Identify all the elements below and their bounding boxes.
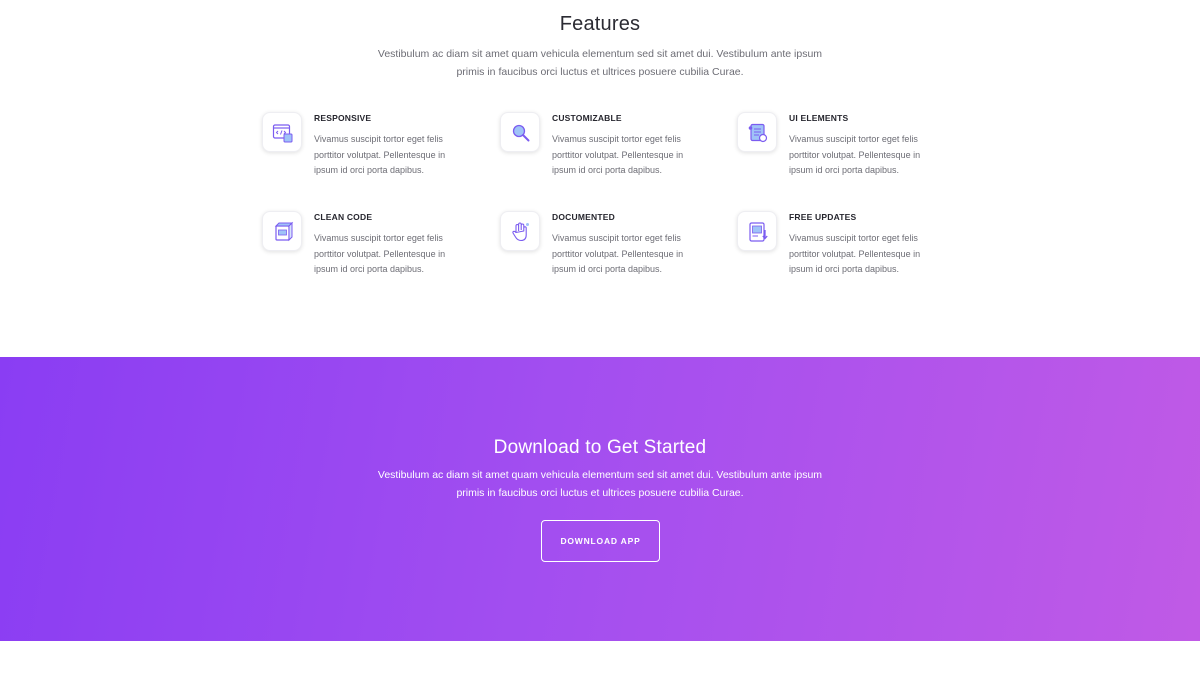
feature-title: DOCUMENTED [552,212,615,222]
feature-grid: RESPONSIVE Vivamus suscipit tortor eget … [262,112,952,292]
download-app-button[interactable]: DOWNLOAD APP [541,520,660,562]
page: Features Vestibulum ac diam sit amet qua… [0,0,1200,675]
feature-title: FREE UPDATES [789,212,857,222]
document-download-icon [749,222,768,242]
feature-title: RESPONSIVE [314,113,372,123]
feature-text: Vivamus suscipit tortor eget felis portt… [314,233,446,274]
feature-title: UI ELEMENTS [789,113,849,123]
features-section: Features Vestibulum ac diam sit amet qua… [0,0,1200,357]
feature-card-ui-elements: UI ELEMENTS Vivamus suscipit tortor eget… [737,112,937,192]
feature-icon-box [737,112,777,152]
features-subtitle: Vestibulum ac diam sit amet quam vehicul… [377,48,823,78]
feature-text: Vivamus suscipit tortor eget felis portt… [552,134,684,175]
feature-title: CUSTOMIZABLE [552,113,622,123]
download-cta-section: Download to Get Started Vestibulum ac di… [0,357,1200,641]
hand-icon [512,222,529,242]
feature-card-responsive: RESPONSIVE Vivamus suscipit tortor eget … [262,112,462,192]
code-window-icon [272,124,293,143]
feature-card-free-updates: FREE UPDATES Vivamus suscipit tortor ege… [737,211,937,291]
feature-text: Vivamus suscipit tortor eget felis portt… [314,134,446,175]
feature-icon-box [262,211,302,251]
cta-title: Download to Get Started [493,437,707,458]
feature-text: Vivamus suscipit tortor eget felis portt… [552,233,684,274]
cta-subtitle: Vestibulum ac diam sit amet quam vehicul… [377,469,823,499]
feature-icon-box [500,211,540,251]
feature-icon-box [737,211,777,251]
feature-text: Vivamus suscipit tortor eget felis portt… [789,134,921,175]
features-title: Features [559,13,641,35]
feature-title: CLEAN CODE [314,212,373,222]
page-bottom-spacer [0,641,1200,675]
box-icon [274,221,294,242]
feature-card-documented: DOCUMENTED Vivamus suscipit tortor eget … [500,211,700,291]
feature-icon-box [500,112,540,152]
magnifier-icon [512,124,530,142]
ui-elements-icon [748,123,768,143]
feature-icon-box [262,112,302,152]
feature-card-clean-code: CLEAN CODE Vivamus suscipit tortor eget … [262,211,462,291]
feature-text: Vivamus suscipit tortor eget felis portt… [789,233,921,274]
feature-card-customizable: CUSTOMIZABLE Vivamus suscipit tortor ege… [500,112,700,192]
